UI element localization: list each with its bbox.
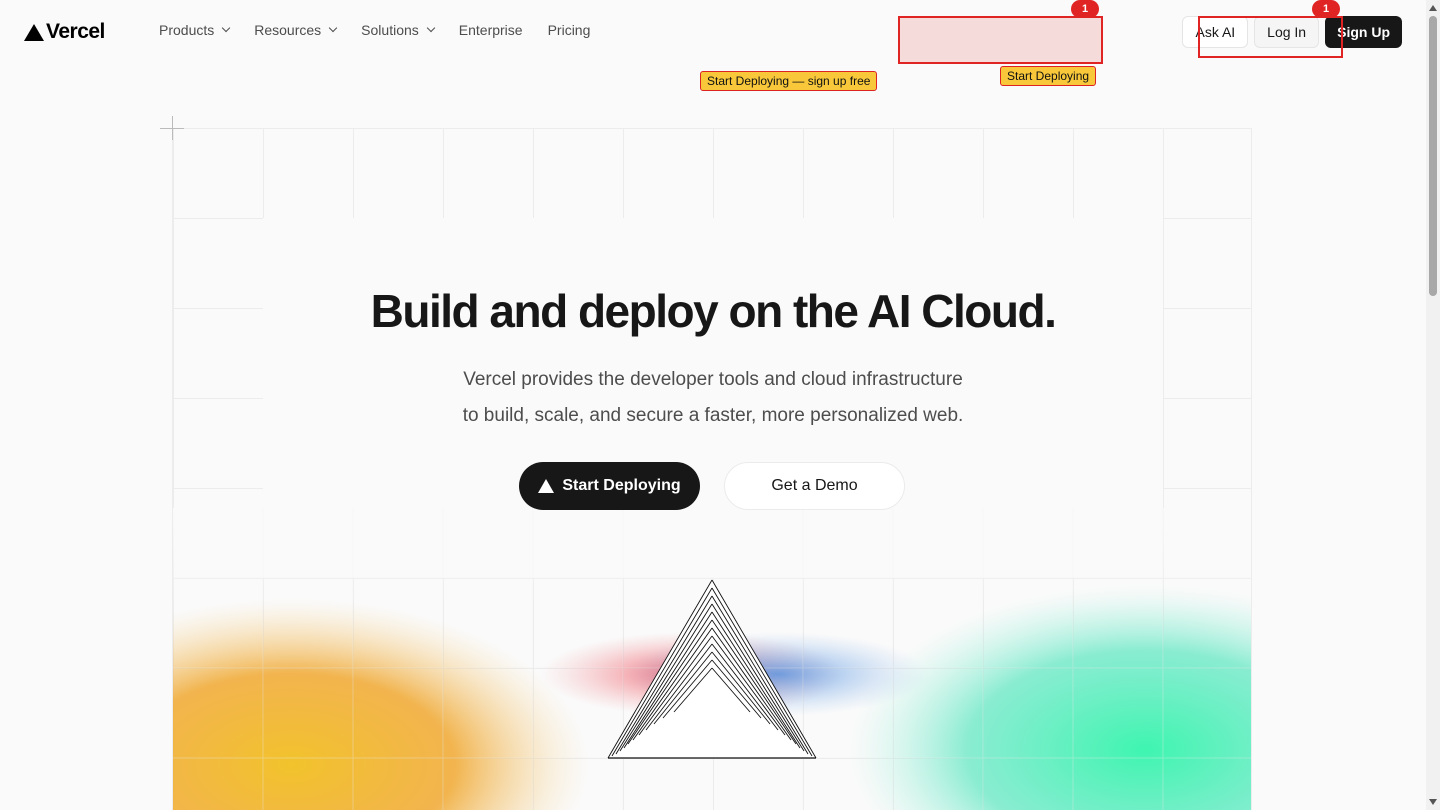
annotation-highlight-box xyxy=(898,16,1103,64)
annotation-tag: Start Deploying — sign up free xyxy=(700,71,878,91)
hero-subtitle: Vercel provides the developer tools and … xyxy=(0,362,1426,434)
nav-link-pricing[interactable]: Pricing xyxy=(548,22,591,38)
annotation-highlight-box xyxy=(1198,16,1343,58)
scrollbar-thumb[interactable] xyxy=(1429,16,1437,296)
start-deploying-label: Start Deploying xyxy=(562,477,681,494)
nav-link-label: Pricing xyxy=(547,22,591,38)
hero-subtitle-line: Vercel provides the developer tools and … xyxy=(463,369,963,390)
nav-links: Products Resources Solutions Enterprise … xyxy=(159,22,615,38)
vercel-logo[interactable]: Vercel xyxy=(24,20,105,44)
page-scrollbar[interactable] xyxy=(1426,0,1440,810)
nav-link-products[interactable]: Products xyxy=(159,22,231,38)
get-a-demo-button[interactable]: Get a Demo xyxy=(724,462,905,510)
logo-text: Vercel xyxy=(46,20,105,43)
vercel-triangle-icon xyxy=(24,23,44,41)
nav-link-resources[interactable]: Resources xyxy=(254,22,338,38)
hero-cta-row: Start Deploying Get a Demo xyxy=(519,462,905,510)
chevron-down-icon xyxy=(328,23,338,33)
chevron-down-icon xyxy=(222,23,231,33)
start-deploying-button[interactable]: Start Deploying xyxy=(519,462,700,510)
scroll-down-arrow-icon[interactable] xyxy=(1429,799,1437,805)
nav-link-label: Solutions xyxy=(361,22,419,38)
corner-plus-mark-vertical xyxy=(172,116,173,140)
annotation-badge: 1 xyxy=(1312,0,1340,18)
hero-subtitle-line: to build, scale, and secure a faster, mo… xyxy=(462,405,964,426)
nav-link-label: Resources xyxy=(254,22,322,38)
nav-link-label: Enterprise xyxy=(458,22,523,38)
vercel-triangle-icon xyxy=(538,479,555,493)
chevron-down-icon xyxy=(426,23,436,33)
nav-link-solutions[interactable]: Solutions xyxy=(361,22,436,38)
annotation-tag: Start Deploying xyxy=(1000,66,1097,86)
annotation-badge: 1 xyxy=(1071,0,1099,18)
prism-triangle-graphic xyxy=(607,579,817,759)
page: Vercel Products Resources Solutions Ente… xyxy=(0,0,1440,810)
hero-headline: Build and deploy on the AI Cloud. xyxy=(370,285,1057,337)
nav-link-enterprise[interactable]: Enterprise xyxy=(459,22,523,38)
scroll-up-arrow-icon[interactable] xyxy=(1429,5,1437,11)
nav-link-label: Products xyxy=(159,22,215,38)
